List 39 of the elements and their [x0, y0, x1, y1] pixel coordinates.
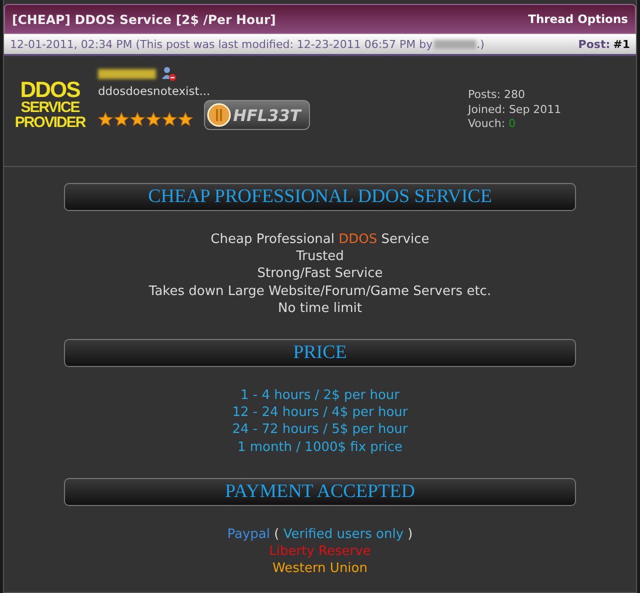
blurred-username: [434, 40, 476, 48]
section-heading: CHEAP PROFESSIONAL DDOS SERVICE: [64, 183, 576, 211]
post-text-line: Western Union: [271, 560, 368, 578]
post-text-line: Liberty Reserve: [268, 543, 372, 560]
avatar-text: PROVIDER: [14, 115, 87, 130]
post-label: Post:: [578, 38, 610, 50]
thread-title: [CHEAP] DDOS Service [2$ /Per Hour]: [12, 12, 276, 26]
star-icon: [178, 112, 193, 127]
blurred-username[interactable]: [98, 69, 156, 79]
user-title: ddosdoesnotexist...: [98, 84, 212, 98]
avatar-text: DDOS: [19, 80, 81, 100]
vouch-count: 0: [508, 117, 516, 130]
post-text-line: 1 - 4 hours / 2$ per hour: [239, 387, 400, 404]
star-icon: [114, 112, 129, 127]
post-text-line: Takes down Large Website/Forum/Game Servers etc.: [148, 282, 492, 300]
post-count: Posts: 280: [468, 88, 526, 102]
post-text-line: No time limit: [277, 300, 363, 318]
vouch-label: Vouch:: [468, 117, 506, 130]
section-heading: PAYMENT ACCEPTED: [64, 478, 576, 506]
post-text-line: Strong/Fast Service: [256, 265, 384, 283]
thread-options-link[interactable]: Thread Options: [528, 12, 628, 26]
post-text-line: 12 - 24 hours / 4$ per hour: [231, 404, 409, 422]
star-icon: [130, 112, 145, 127]
post-text-line: 1 month / 1000$ fix price: [236, 438, 404, 456]
post-date: 12-01-2011, 02:34 PM (This post was last modified: 12-23-2011 06:57 PM by: [10, 38, 433, 50]
star-icon: [98, 112, 113, 127]
post-date: .): [476, 38, 484, 50]
post-text-line: Trusted: [295, 248, 345, 266]
join-date: Joined: Sep 2011: [468, 102, 562, 117]
avatar-text: SERVICE: [20, 100, 81, 115]
post-number-link[interactable]: #1: [613, 38, 630, 50]
coin-icon: [207, 103, 232, 127]
post-text-line: 24 - 72 hours / 5$ per hour: [231, 421, 409, 439]
star-icon: [162, 112, 177, 127]
section-heading: PRICE: [64, 339, 576, 368]
post-text-line: Cheap Professional DDOS Service: [210, 231, 430, 248]
star-icon: [146, 112, 161, 127]
badge-text: HFL33T: [233, 106, 301, 124]
post-text-line: Paypal ( Verified users only ): [226, 526, 414, 544]
